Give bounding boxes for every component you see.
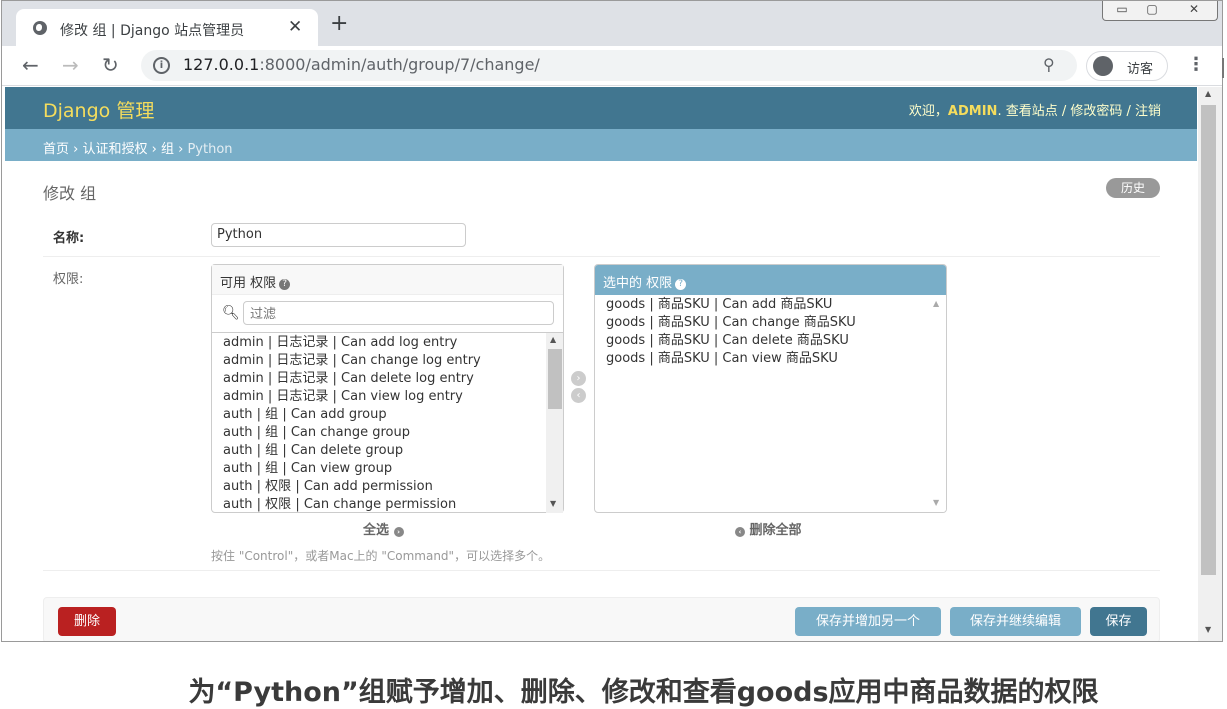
- breadcrumb-home[interactable]: 首页: [43, 142, 69, 157]
- list-item[interactable]: admin | 日志记录 | Can change log entry: [212, 352, 563, 370]
- chosen-permissions: 选中的 权限? goods | 商品SKU | Can add 商品SKU go…: [594, 264, 947, 513]
- list-item[interactable]: auth | 权限 | Can add permission: [212, 478, 563, 496]
- browser-toolbar: ← → ↻ i 127.0.0.1:8000/admin/auth/group/…: [2, 46, 1222, 86]
- page-title: 修改 组: [43, 184, 97, 203]
- save-button[interactable]: 保存: [1090, 607, 1147, 636]
- filter-input[interactable]: [243, 301, 554, 325]
- username: ADMIN: [947, 104, 998, 119]
- breadcrumb-current: Python: [187, 142, 233, 157]
- site-brand[interactable]: Django 管理: [43, 96, 154, 123]
- url-text[interactable]: 127.0.0.1:8000/admin/auth/group/7/change…: [183, 55, 540, 74]
- user-links[interactable]: . 查看站点 / 修改密码 / 注销: [997, 104, 1161, 119]
- avatar-icon: [1093, 56, 1113, 76]
- history-button[interactable]: 历史: [1106, 178, 1160, 198]
- available-permissions: 可用 权限? 🔍︎ admin | 日志记录 | Can add log ent…: [211, 264, 564, 513]
- address-bar[interactable]: i 127.0.0.1:8000/admin/auth/group/7/chan…: [141, 50, 1077, 81]
- available-list[interactable]: admin | 日志记录 | Can add log entry admin |…: [212, 333, 563, 513]
- close-tab-icon[interactable]: ✕: [288, 17, 302, 37]
- window-close-icon[interactable]: ✕: [1179, 2, 1209, 16]
- save-continue-button[interactable]: 保存并继续编辑: [950, 607, 1081, 636]
- filter-bar: 🔍︎: [212, 295, 563, 333]
- tab-bar: 修改 组 | Django 站点管理员 ✕ + ▭ ▢ ✕: [2, 1, 1222, 46]
- list-item[interactable]: auth | 组 | Can view group: [212, 460, 563, 478]
- scroll-up-icon[interactable]: ▲: [550, 335, 556, 344]
- help-text: 按住 "Control"，或者Mac上的 "Command"，可以选择多个。: [211, 549, 551, 563]
- list-item[interactable]: goods | 商品SKU | Can add 商品SKU: [595, 296, 946, 314]
- list-item[interactable]: admin | 日志记录 | Can view log entry: [212, 388, 563, 406]
- list-item[interactable]: auth | 权限 | Can change permission: [212, 496, 563, 513]
- available-title: 可用 权限?: [212, 265, 563, 295]
- new-tab-button[interactable]: +: [330, 13, 348, 35]
- profile-button[interactable]: 访客: [1086, 51, 1168, 81]
- user-tools: 欢迎，ADMIN. 查看站点 / 修改密码 / 注销: [909, 100, 1161, 119]
- caption: 为“Python”组赋予增加、删除、修改和查看goods应用中商品数据的权限: [188, 677, 1099, 708]
- welcome-text: 欢迎，: [908, 104, 948, 119]
- divider: [43, 570, 1160, 571]
- page-scrollbar[interactable]: ▲ ▼: [1198, 87, 1222, 641]
- chosen-list[interactable]: goods | 商品SKU | Can add 商品SKU goods | 商品…: [595, 295, 946, 512]
- list-item[interactable]: goods | 商品SKU | Can change 商品SKU: [595, 314, 946, 332]
- permissions-label: 权限:: [53, 272, 84, 287]
- search-icon: 🔍︎: [222, 305, 240, 321]
- list-item[interactable]: admin | 日志记录 | Can add log entry: [212, 334, 563, 352]
- choose-all-link[interactable]: 全选 ›: [363, 519, 404, 538]
- edge-mark: [1222, 58, 1227, 78]
- list-item[interactable]: auth | 组 | Can add group: [212, 406, 563, 424]
- list-scrollbar[interactable]: ▲ ▼: [929, 295, 946, 512]
- scrollbar-thumb[interactable]: [1201, 105, 1216, 575]
- add-arrow-icon[interactable]: ›: [571, 371, 586, 386]
- back-icon[interactable]: ←: [22, 53, 39, 77]
- search-icon[interactable]: ⚲: [1043, 55, 1055, 74]
- remove-arrow-icon[interactable]: ‹: [571, 388, 586, 403]
- help-icon[interactable]: ?: [675, 279, 687, 290]
- list-item[interactable]: goods | 商品SKU | Can delete 商品SKU: [595, 332, 946, 350]
- page-viewport: Django 管理 欢迎，ADMIN. 查看站点 / 修改密码 / 注销 首页 …: [5, 87, 1197, 641]
- help-icon[interactable]: ?: [279, 279, 291, 290]
- scroll-up-icon[interactable]: ▲: [933, 299, 939, 308]
- scroll-down-icon[interactable]: ▼: [550, 499, 556, 508]
- delete-button[interactable]: 删除: [58, 607, 116, 636]
- profile-label: 访客: [1127, 62, 1154, 77]
- save-add-another-button[interactable]: 保存并增加另一个: [795, 607, 941, 636]
- chevron-right-icon: ›: [393, 527, 404, 537]
- tab-title: 修改 组 | Django 站点管理员: [60, 23, 245, 39]
- menu-icon[interactable]: ⋮: [1187, 54, 1205, 75]
- admin-header: Django 管理 欢迎，ADMIN. 查看站点 / 修改密码 / 注销: [5, 87, 1197, 129]
- submit-row: 删除 保存并增加另一个 保存并继续编辑 保存: [43, 597, 1160, 641]
- list-item[interactable]: goods | 商品SKU | Can view 商品SKU: [595, 350, 946, 368]
- info-icon[interactable]: i: [153, 57, 170, 74]
- name-row: 名称: Python: [43, 213, 1160, 257]
- minimize-icon[interactable]: ▭: [1107, 2, 1137, 16]
- scroll-up-icon[interactable]: ▲: [1205, 89, 1211, 98]
- reload-icon[interactable]: ↻: [102, 53, 119, 77]
- scroll-down-icon[interactable]: ▼: [933, 498, 939, 507]
- list-scrollbar[interactable]: ▲ ▼: [546, 333, 563, 513]
- breadcrumb-model[interactable]: 组: [161, 142, 174, 157]
- list-item[interactable]: auth | 组 | Can delete group: [212, 442, 563, 460]
- browser-window: 修改 组 | Django 站点管理员 ✕ + ▭ ▢ ✕ ← → ↻ i 12…: [1, 0, 1223, 642]
- breadcrumb: 首页 › 认证和授权 › 组 › Python: [5, 129, 1197, 161]
- window-controls: ▭ ▢ ✕: [1102, 1, 1218, 21]
- browser-tab[interactable]: 修改 组 | Django 站点管理员 ✕: [16, 9, 318, 46]
- name-input[interactable]: Python: [211, 223, 466, 247]
- chosen-title: 选中的 权限?: [595, 265, 946, 295]
- globe-icon: [33, 21, 47, 35]
- list-item[interactable]: admin | 日志记录 | Can delete log entry: [212, 370, 563, 388]
- forward-icon[interactable]: →: [62, 53, 79, 77]
- list-item[interactable]: auth | 组 | Can change group: [212, 424, 563, 442]
- breadcrumb-app[interactable]: 认证和授权: [82, 142, 147, 157]
- name-label: 名称:: [53, 231, 85, 246]
- remove-all-link[interactable]: ‹ 删除全部: [735, 519, 802, 538]
- scrollbar-thumb[interactable]: [548, 349, 562, 409]
- scroll-down-icon[interactable]: ▼: [1205, 625, 1211, 634]
- chevron-left-icon: ‹: [735, 527, 745, 537]
- maximize-icon[interactable]: ▢: [1137, 2, 1167, 16]
